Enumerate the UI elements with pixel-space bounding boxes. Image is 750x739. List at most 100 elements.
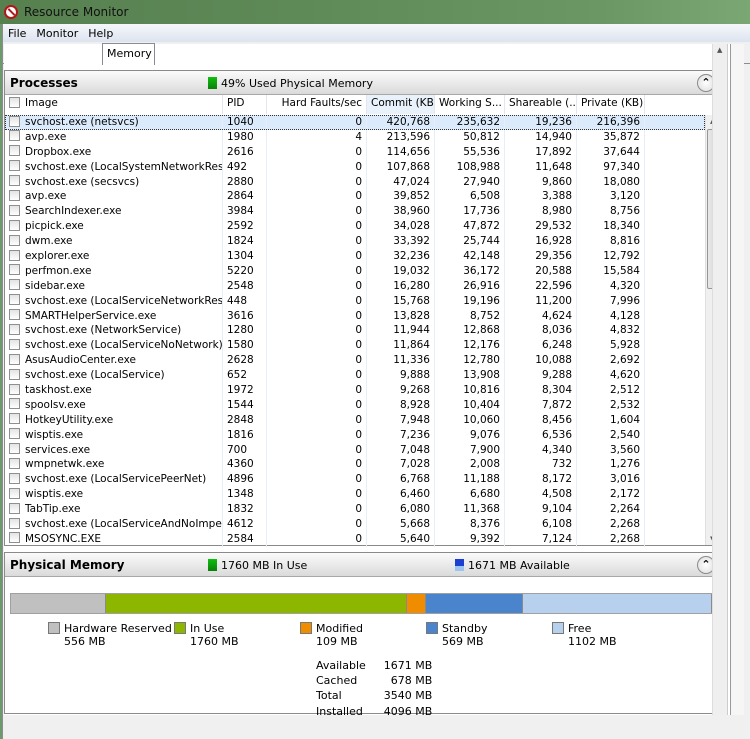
cell-working-set: 9,076 [435,427,505,443]
process-row[interactable]: spoolsv.exe 1544 0 8,928 10,404 7,872 2,532 [5,397,705,413]
column-header-commit-kb[interactable]: Commit (KB) [367,95,435,114]
legend-value: 569 MB [442,635,484,648]
process-checkbox[interactable] [9,249,20,261]
process-checkbox[interactable] [9,487,20,499]
process-checkbox[interactable] [9,472,20,484]
process-checkbox[interactable] [9,532,20,544]
process-row[interactable]: svchost.exe (LocalServicePeerNet) 4896 0 6,… [5,472,705,488]
cell-private: 18,080 [577,174,645,190]
process-checkbox[interactable] [9,175,20,187]
process-name: avp.exe [25,130,67,143]
process-row[interactable]: wisptis.exe 1816 0 7,236 9,076 6,536 2,540 [5,427,705,443]
process-checkbox[interactable] [9,502,20,514]
process-row[interactable]: MSOSYNC.EXE 2584 0 5,640 9,392 7,124 2,268 [5,531,705,547]
cell-image: svchost.exe (NetworkService) [5,323,223,339]
physical-memory-header[interactable]: Physical Memory 1760 MB In Use 1671 MB A… [5,553,721,577]
process-name: explorer.exe [25,250,90,263]
process-checkbox[interactable] [9,160,20,172]
process-checkbox[interactable] [9,428,20,440]
process-checkbox[interactable] [9,264,20,276]
process-row[interactable]: svchost.exe (LocalServiceNetworkRestrict… [5,293,705,309]
process-row[interactable]: avp.exe 2864 0 39,852 6,508 3,388 3,120 [5,189,705,205]
process-checkbox[interactable] [9,368,20,380]
processes-header[interactable]: Processes 49% Used Physical Memory ⌃ [5,71,721,95]
cell-pid: 1972 [223,383,267,398]
tab-memory[interactable]: Memory [102,43,155,65]
menu-monitor[interactable]: Monitor [36,27,78,40]
process-checkbox[interactable] [9,457,20,469]
process-checkbox[interactable] [9,413,20,425]
process-row[interactable]: services.exe 700 0 7,048 7,900 4,340 3,560 [5,442,705,458]
cell-image: spoolsv.exe [5,397,223,413]
process-checkbox[interactable] [9,219,20,231]
process-checkbox[interactable] [9,517,20,529]
process-row[interactable]: dwm.exe 1824 0 33,392 25,744 16,928 8,816 [5,234,705,250]
legend-label: Hardware Reserved [64,622,172,635]
select-all-checkbox[interactable] [9,96,20,108]
process-row[interactable]: svchost.exe (secsvcs) 2880 0 47,024 27,940 9,… [5,174,705,190]
process-row[interactable]: HotkeyUtility.exe 2848 0 7,948 10,060 8,456 1,… [5,412,705,428]
cell-private: 3,120 [577,189,645,205]
cell-working-set: 6,680 [435,487,505,503]
process-row[interactable]: explorer.exe 1304 0 32,236 42,148 29,356 12,79… [5,249,705,264]
menu-help[interactable]: Help [88,27,113,40]
process-row[interactable]: wisptis.exe 1348 0 6,460 6,680 4,508 2,172 [5,487,705,503]
process-row[interactable]: svchost.exe (LocalServiceAndNoImperson..… [5,517,705,532]
cell-pid: 2848 [223,412,267,428]
process-name: svchost.exe (LocalServiceAndNoImperson..… [25,518,222,531]
process-checkbox[interactable] [9,353,20,365]
main-scrollbar[interactable]: ▲ [712,44,728,715]
process-checkbox[interactable] [9,323,20,335]
process-row[interactable]: SearchIndexer.exe 3984 0 38,960 17,736 8,980 8… [5,204,705,220]
menu-file[interactable]: File [8,27,26,40]
cell-working-set: 2,008 [435,457,505,473]
process-checkbox[interactable] [9,398,20,410]
process-row[interactable]: svchost.exe (LocalServiceNoNetwork) 1580 0… [5,338,705,354]
process-checkbox[interactable] [9,309,20,321]
cell-hard-faults: 0 [267,412,367,428]
cell-pid: 1348 [223,487,267,503]
cell-image: taskhost.exe [5,383,223,398]
cell-image: explorer.exe [5,249,223,264]
process-row[interactable]: avp.exe 1980 4 213,596 50,812 14,940 35,872 [5,129,705,145]
column-header-hard-faults-sec[interactable]: Hard Faults/sec [267,95,367,114]
process-checkbox[interactable] [9,234,20,246]
cell-commit: 8,928 [367,397,435,413]
process-row[interactable]: Dropbox.exe 2616 0 114,656 55,536 17,892 37,64… [5,144,705,160]
in-use-summary: 1760 MB In Use [221,559,308,572]
process-row[interactable]: sidebar.exe 2548 0 16,280 26,916 22,596 4,320 [5,278,705,294]
scroll-up-arrow-icon[interactable]: ▲ [717,46,722,54]
cell-commit: 6,080 [367,502,435,518]
cell-private: 2,540 [577,427,645,443]
process-checkbox[interactable] [9,130,20,142]
cell-commit: 7,948 [367,412,435,428]
process-row[interactable]: SMARTHelperService.exe 3616 0 13,828 8,752 4,… [5,308,705,324]
process-row[interactable]: picpick.exe 2592 0 34,028 47,872 29,532 18,340 [5,219,705,235]
process-checkbox[interactable] [9,115,20,127]
process-checkbox[interactable] [9,189,20,201]
process-checkbox[interactable] [9,383,20,395]
column-header-pid[interactable]: PID [223,95,267,114]
process-row[interactable]: svchost.exe (NetworkService) 1280 0 11,944 1… [5,323,705,339]
process-checkbox[interactable] [9,145,20,157]
cell-hard-faults: 0 [267,144,367,160]
column-header-private-kb[interactable]: Private (KB) [577,95,645,114]
process-row[interactable]: svchost.exe (netsvcs) 1040 0 420,768 235,632… [5,115,705,130]
process-row[interactable]: TabTip.exe 1832 0 6,080 11,368 9,104 2,264 [5,502,705,518]
process-checkbox[interactable] [9,294,20,306]
process-row[interactable]: perfmon.exe 5220 0 19,032 36,172 20,588 15,584 [5,263,705,279]
cell-hard-faults: 0 [267,368,367,384]
process-checkbox[interactable] [9,279,20,291]
column-header-image[interactable]: Image [5,95,223,114]
process-checkbox[interactable] [9,443,20,455]
process-checkbox[interactable] [9,204,20,216]
process-row[interactable]: AsusAudioCenter.exe 2628 0 11,336 12,780 10,0… [5,353,705,369]
stat-label: Cached [316,674,358,688]
column-header-shareable[interactable]: Shareable (... [505,95,577,114]
process-row[interactable]: svchost.exe (LocalService) 652 0 9,888 13,90… [5,368,705,384]
process-checkbox[interactable] [9,338,20,350]
process-row[interactable]: taskhost.exe 1972 0 9,268 10,816 8,304 2,512 [5,383,705,398]
process-row[interactable]: svchost.exe (LocalSystemNetworkRestrict.… [5,159,705,175]
process-row[interactable]: wmpnetwk.exe 4360 0 7,028 2,008 732 1,276 [5,457,705,473]
column-header-working-s[interactable]: Working S... [435,95,505,114]
